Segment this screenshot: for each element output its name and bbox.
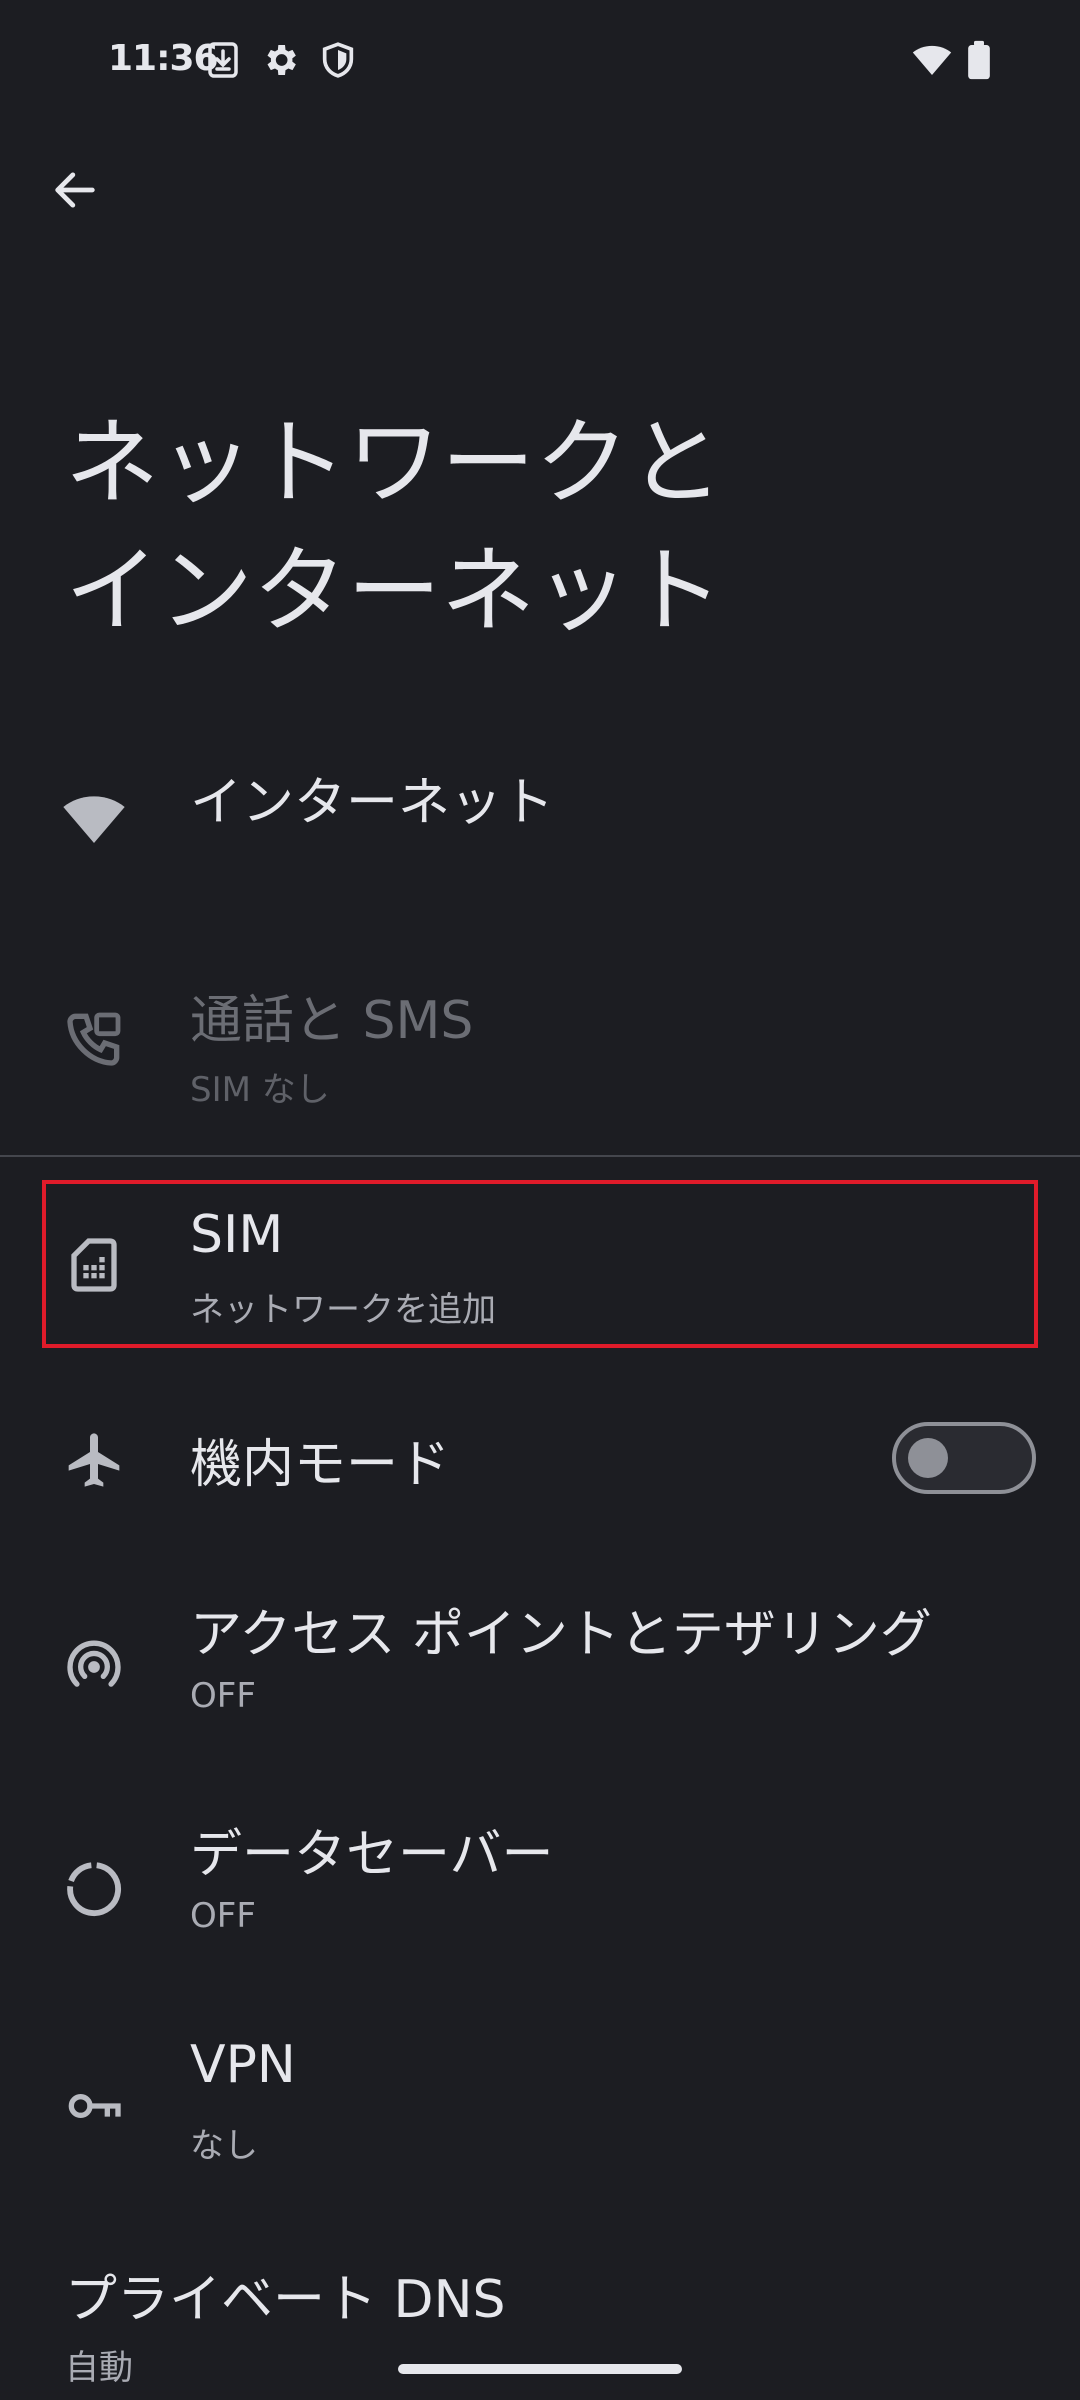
settings-item-subtitle: SIM なし	[190, 1070, 330, 1110]
page-title-line1: ネットワークと	[65, 409, 724, 518]
settings-item-internet[interactable]: インターネット	[0, 740, 1080, 900]
shield-icon	[322, 42, 354, 78]
settings-item-subtitle: OFF	[190, 1896, 256, 1936]
hotspot-icon	[67, 1640, 121, 1687]
settings-item-title: データセーバー	[190, 1825, 554, 1885]
toggle-knob	[908, 1438, 948, 1478]
settings-item-title: アクセス ポイントとテザリング	[190, 1605, 932, 1665]
settings-item-subtitle: OFF	[190, 1676, 256, 1716]
settings-item-vpn[interactable]: VPN なし	[0, 2030, 1080, 2190]
wifi-icon	[63, 796, 125, 843]
phone-forward-icon	[67, 1012, 121, 1066]
back-button[interactable]	[40, 155, 110, 225]
page-title-line2: インターネット	[65, 537, 724, 646]
battery-icon	[968, 40, 990, 80]
settings-item-subtitle: なし	[190, 2126, 258, 2166]
arrow-left-icon	[55, 172, 95, 208]
settings-item-title: VPN	[190, 2035, 296, 2095]
download-icon	[208, 42, 238, 78]
data-saver-icon	[67, 1862, 122, 1917]
gesture-nav-handle[interactable]	[398, 2364, 682, 2374]
settings-item-calls-sms: 通話と SMS SIM なし	[0, 965, 1080, 1115]
settings-item-title: 機内モード	[190, 1435, 451, 1495]
airplane-icon	[68, 1433, 120, 1487]
settings-item-subtitle: 自動	[65, 2348, 133, 2388]
status-bar: 11:36	[0, 0, 1080, 120]
settings-item-hotspot[interactable]: アクセス ポイントとテザリング OFF	[0, 1585, 1080, 1745]
divider	[0, 1155, 1080, 1157]
wifi-icon	[912, 45, 952, 75]
gear-icon	[267, 45, 296, 75]
page-title: ネットワークと インターネット	[65, 400, 1025, 656]
settings-item-data-saver[interactable]: データセーバー OFF	[0, 1805, 1080, 1965]
key-icon	[68, 2094, 121, 2118]
status-time: 11:36	[108, 38, 219, 79]
settings-item-title: インターネット	[190, 773, 555, 833]
airplane-mode-toggle[interactable]	[892, 1422, 1036, 1494]
highlight-box	[42, 1180, 1038, 1348]
settings-item-title: プライベート DNS	[65, 2270, 506, 2330]
settings-item-title: 通話と SMS	[190, 991, 474, 1051]
